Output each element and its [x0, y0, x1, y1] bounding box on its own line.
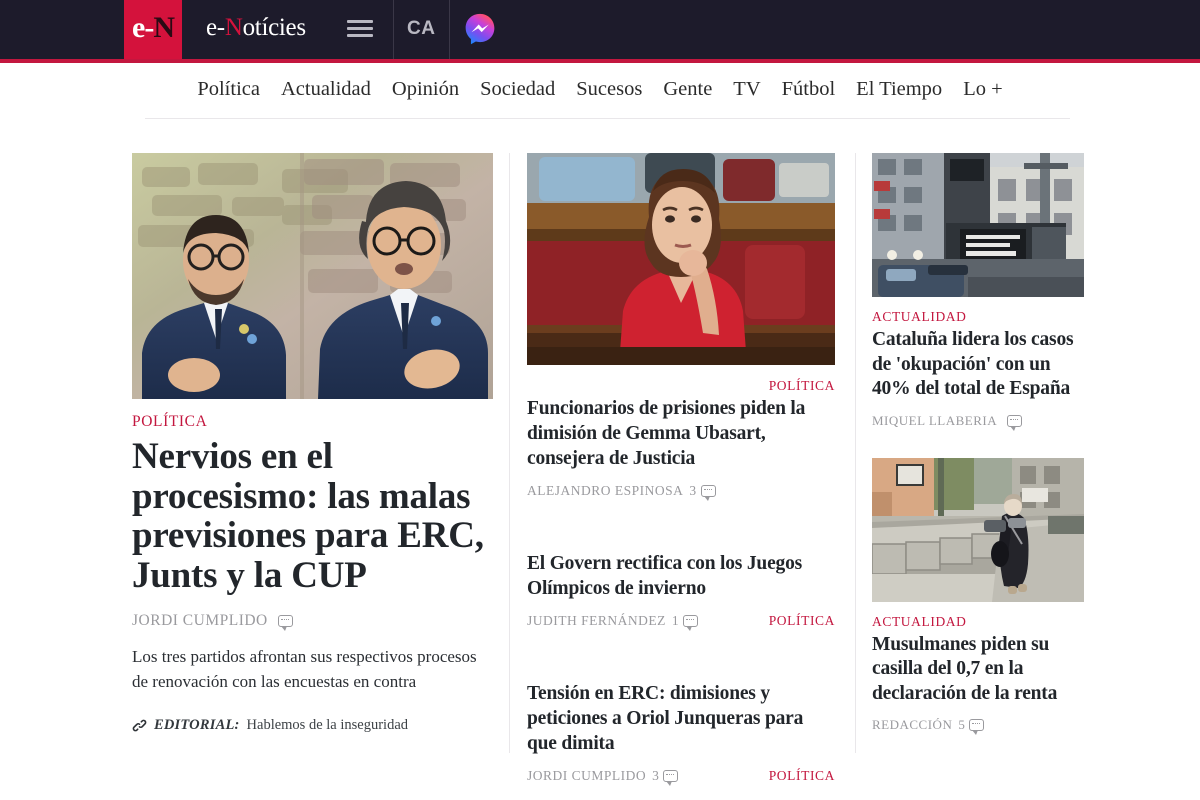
lead-article-headline[interactable]: Nervios en el procesismo: las malas prev…: [132, 437, 493, 595]
nav-item-politica[interactable]: Política: [197, 78, 260, 101]
nav-item-opinion[interactable]: Opinión: [392, 78, 459, 101]
center-article-1[interactable]: POLÍTICA Funcionarios de prisiones piden…: [527, 378, 835, 501]
header-inner: e-N e- Notícies CA: [124, 0, 511, 59]
nav-item-lo-mas[interactable]: Lo +: [963, 78, 1002, 101]
center-article-3-author[interactable]: JORDI CUMPLIDO: [527, 768, 646, 784]
comment-bubble-icon: [683, 614, 699, 631]
center-article-1-kicker[interactable]: POLÍTICA: [527, 378, 835, 394]
editorial-label: EDITORIAL:: [154, 716, 240, 733]
right-article-1[interactable]: ACTUALIDAD Cataluña lidera los casos de …: [872, 153, 1084, 431]
center-article-1-byline: ALEJANDRO ESPINOSA 3: [527, 482, 835, 501]
language-button[interactable]: CA: [392, 0, 449, 59]
center-feature-image[interactable]: [527, 153, 835, 365]
right-article-2-image[interactable]: [872, 457, 1084, 602]
right-article-2-comment-count: 5: [958, 717, 966, 733]
right-article-1-author[interactable]: MIQUEL LLABERIA: [872, 413, 997, 429]
hamburger-menu-icon: [347, 16, 374, 41]
right-article-2[interactable]: ACTUALIDAD Musulmanes piden su casilla d…: [872, 457, 1084, 736]
right-article-1-kicker[interactable]: ACTUALIDAD: [872, 309, 1084, 325]
right-article-1-byline: MIQUEL LLABERIA: [872, 413, 1084, 431]
right-article-1-comments[interactable]: [1003, 414, 1023, 431]
lead-article-summary: Los tres partidos afrontan sus respectiv…: [132, 647, 477, 691]
logo-letter-e: e: [132, 11, 145, 44]
editorial-text: Hablemos de la inseguridad: [246, 716, 408, 733]
wordmark-n: N: [224, 13, 243, 41]
center-article-2-kicker[interactable]: POLÍTICA: [769, 613, 835, 629]
center-article-3-comment-count: 3: [652, 767, 660, 783]
center-article-1-author[interactable]: ALEJANDRO ESPINOSA: [527, 483, 683, 499]
center-photo-illustration: [527, 153, 835, 365]
logo-dash: -: [144, 11, 154, 44]
front-page-grid: POLÍTICA Nervios en el procesismo: las m…: [0, 133, 1200, 800]
right-article-2-author[interactable]: REDACCIÓN: [872, 717, 952, 733]
comment-bubble-icon: [277, 615, 293, 632]
column-divider-right: [855, 153, 856, 753]
wordmark-prefix: e-: [206, 13, 225, 41]
wordmark-suffix: otícies: [242, 13, 306, 41]
center-article-3-meta: JORDI CUMPLIDO 3 POLÍTICA: [527, 767, 835, 786]
comment-bubble-icon: [969, 719, 985, 736]
right-article-2-kicker[interactable]: ACTUALIDAD: [872, 614, 1084, 630]
nav-list: Política Actualidad Opinión Sociedad Suc…: [0, 78, 1200, 101]
right-article-1-image[interactable]: [872, 153, 1084, 297]
center-article-2-author[interactable]: JUDITH FERNÁNDEZ: [527, 613, 666, 629]
comment-bubble-icon: [1007, 414, 1023, 431]
center-article-2-byline: JUDITH FERNÁNDEZ 1: [527, 612, 699, 631]
menu-button[interactable]: [328, 0, 393, 59]
lead-article-byline: JORDI CUMPLIDO: [132, 612, 493, 632]
center-article-2-comments[interactable]: 1: [671, 612, 699, 631]
street-photo-illustration: [872, 457, 1084, 602]
nav-item-gente[interactable]: Gente: [663, 78, 712, 101]
lead-photo-illustration: [132, 153, 493, 399]
nav-item-actualidad[interactable]: Actualidad: [281, 78, 371, 101]
facebook-messenger-icon: [465, 13, 495, 44]
lead-article-image[interactable]: [132, 153, 493, 399]
nav-item-el-tiempo[interactable]: El Tiempo: [856, 78, 942, 101]
messenger-button[interactable]: [448, 0, 511, 59]
nav-item-futbol[interactable]: Fútbol: [782, 78, 836, 101]
right-article-2-byline: REDACCIÓN 5: [872, 717, 1084, 736]
right-column: ACTUALIDAD Cataluña lidera los casos de …: [872, 153, 1084, 736]
right-article-1-headline[interactable]: Cataluña lidera los casos de 'okupación'…: [872, 328, 1084, 402]
center-article-3-headline[interactable]: Tensión en ERC: dimisiones y peticiones …: [527, 682, 835, 757]
center-article-1-headline[interactable]: Funcionarios de prisiones piden la dimis…: [527, 397, 835, 472]
center-article-3-comments[interactable]: 3: [652, 767, 679, 786]
column-divider-left: [509, 153, 510, 753]
right-article-2-comments[interactable]: 5: [958, 717, 985, 736]
center-article-2[interactable]: El Govern rectifica con los Juegos Olímp…: [527, 552, 835, 631]
logo-letter-n: N: [153, 11, 175, 44]
okupacion-photo-illustration: [872, 153, 1084, 297]
lead-article-kicker[interactable]: POLÍTICA: [132, 413, 493, 431]
lead-article-author[interactable]: JORDI CUMPLIDO: [132, 612, 268, 630]
comment-bubble-icon: [663, 769, 679, 786]
lead-article[interactable]: POLÍTICA Nervios en el procesismo: las m…: [132, 153, 493, 734]
right-article-2-headline[interactable]: Musulmanes piden su casilla del 0,7 en l…: [872, 633, 1084, 707]
lead-article-comments[interactable]: [274, 615, 293, 632]
link-clip-icon: [132, 719, 147, 732]
site-wordmark[interactable]: e- Notícies: [182, 0, 328, 59]
center-column: POLÍTICA Funcionarios de prisiones piden…: [527, 153, 835, 786]
nav-item-tv[interactable]: TV: [733, 78, 760, 101]
center-article-3[interactable]: Tensión en ERC: dimisiones y peticiones …: [527, 682, 835, 786]
nav-item-sociedad[interactable]: Sociedad: [480, 78, 555, 101]
center-article-2-meta: JUDITH FERNÁNDEZ 1 POLÍTICA: [527, 612, 835, 631]
center-article-1-comment-count: 3: [689, 482, 697, 498]
nav-item-sucesos[interactable]: Sucesos: [576, 78, 642, 101]
center-article-2-headline[interactable]: El Govern rectifica con los Juegos Olímp…: [527, 552, 835, 602]
center-article-3-byline: JORDI CUMPLIDO 3: [527, 767, 679, 786]
center-article-1-comments[interactable]: 3: [689, 482, 716, 501]
comment-bubble-icon: [700, 484, 716, 501]
center-article-2-comment-count: 1: [671, 612, 680, 628]
nav-divider: [145, 118, 1070, 119]
site-logo-mark[interactable]: e-N: [124, 0, 182, 59]
editorial-link[interactable]: EDITORIAL: Hablemos de la inseguridad: [132, 717, 493, 734]
primary-navigation: Política Actualidad Opinión Sociedad Suc…: [0, 63, 1200, 133]
center-article-3-kicker[interactable]: POLÍTICA: [769, 768, 835, 784]
site-header: e-N e- Notícies CA: [0, 0, 1200, 63]
